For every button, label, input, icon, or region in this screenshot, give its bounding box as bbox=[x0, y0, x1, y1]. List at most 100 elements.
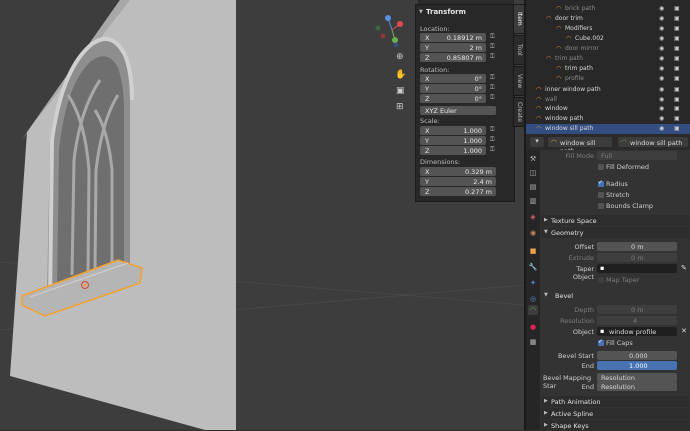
bounds-clamp-checkbox[interactable] bbox=[598, 203, 604, 209]
lock-icon[interactable]: ⚿ bbox=[490, 94, 499, 103]
outliner-row[interactable]: ◠ inner window path ◉ ▣ bbox=[526, 85, 690, 95]
active-spline-panel[interactable]: ▶ Active Spline bbox=[541, 408, 689, 419]
scale-z-field[interactable]: Z 1.000 bbox=[420, 146, 486, 155]
outliner-row[interactable]: ◠ door mirror ◉ ▣ bbox=[526, 44, 690, 54]
hand-icon[interactable]: ✋ bbox=[395, 70, 406, 80]
resolution-field[interactable]: 4 bbox=[597, 316, 677, 325]
lock-icon[interactable]: ⚿ bbox=[490, 136, 499, 145]
eyedropper-icon[interactable]: ✎ bbox=[681, 264, 687, 272]
dimensions-x-field[interactable]: X 0.329 m bbox=[420, 167, 496, 176]
view-layer-tab-icon[interactable]: ▥ bbox=[528, 196, 538, 206]
render-camera-icon[interactable]: ▣ bbox=[674, 15, 680, 22]
dimensions-y-field[interactable]: Y 2.4 m bbox=[420, 177, 496, 186]
fill-deformed-checkbox[interactable] bbox=[598, 164, 604, 170]
taper-object-field[interactable]: ▪ bbox=[597, 264, 677, 273]
location-x-field[interactable]: X 0.18912 m bbox=[420, 33, 486, 42]
bevel-mapping-start-select[interactable]: Resolution bbox=[597, 373, 677, 382]
transform-collapse-icon[interactable]: ▼ bbox=[419, 9, 423, 15]
render-camera-icon[interactable]: ▣ bbox=[674, 55, 680, 62]
visibility-eye-icon[interactable]: ◉ bbox=[659, 86, 664, 93]
render-camera-icon[interactable]: ▣ bbox=[674, 86, 680, 93]
data-name-field[interactable]: ◠ window sill path bbox=[618, 137, 688, 147]
render-camera-icon[interactable]: ▣ bbox=[674, 75, 680, 82]
outliner-row[interactable]: ◠ door trim ◉ ▣ bbox=[526, 14, 690, 24]
physics-tab-icon[interactable]: ◎ bbox=[528, 294, 538, 304]
fill-caps-checkbox[interactable] bbox=[598, 338, 604, 346]
texture-tab-icon[interactable]: ▦ bbox=[528, 337, 538, 347]
visibility-eye-icon[interactable]: ◉ bbox=[659, 25, 664, 32]
render-camera-icon[interactable]: ▣ bbox=[674, 65, 680, 72]
tool-tab-icon[interactable]: ⚒ bbox=[528, 154, 538, 164]
lock-icon[interactable]: ⚿ bbox=[490, 43, 499, 52]
outliner-row[interactable]: ◠ window sill path ◉ ▣ bbox=[526, 124, 690, 134]
output-tab-icon[interactable]: ▤ bbox=[528, 182, 538, 192]
visibility-eye-icon[interactable]: ◉ bbox=[659, 75, 664, 82]
zoom-icon[interactable]: ⊕ bbox=[396, 52, 404, 62]
grid-view-icon[interactable]: ⊞ bbox=[396, 102, 404, 112]
render-camera-icon[interactable]: ▣ bbox=[674, 5, 680, 12]
rotation-z-field[interactable]: Z 0° bbox=[420, 94, 486, 103]
lock-icon[interactable]: ⚿ bbox=[490, 53, 499, 62]
visibility-eye-icon[interactable]: ◉ bbox=[659, 45, 664, 52]
lock-icon[interactable]: ⚿ bbox=[490, 33, 499, 42]
scene-tab-icon[interactable]: ◈ bbox=[528, 212, 538, 222]
texture-space-panel[interactable]: ▶ Texture Space bbox=[541, 215, 689, 226]
visibility-eye-icon[interactable]: ◉ bbox=[659, 125, 664, 132]
render-camera-icon[interactable]: ▣ bbox=[674, 96, 680, 103]
location-y-field[interactable]: Y2 m bbox=[420, 43, 486, 52]
outliner-row[interactable]: ◠ window ◉ ▣ bbox=[526, 104, 690, 114]
rotation-y-field[interactable]: Y 0° bbox=[420, 84, 486, 93]
render-tab-icon[interactable]: ◫ bbox=[528, 168, 538, 178]
world-tab-icon[interactable]: ◉ bbox=[528, 228, 538, 238]
bevel-end-field[interactable]: 1.000 bbox=[597, 361, 677, 370]
visibility-eye-icon[interactable]: ◉ bbox=[659, 96, 664, 103]
scale-y-field[interactable]: Y 1.000 bbox=[420, 136, 486, 145]
map-taper-checkbox[interactable] bbox=[598, 277, 604, 283]
lock-icon[interactable]: ⚿ bbox=[490, 146, 499, 155]
visibility-eye-icon[interactable]: ◉ bbox=[659, 5, 664, 12]
outliner-row[interactable]: ◠ window path ◉ ▣ bbox=[526, 114, 690, 124]
editor-type-icon[interactable]: ▾ bbox=[530, 137, 544, 147]
depth-field[interactable]: 0 m bbox=[597, 305, 677, 314]
render-camera-icon[interactable]: ▣ bbox=[674, 125, 680, 132]
visibility-eye-icon[interactable]: ◉ bbox=[659, 55, 664, 62]
fill-mode-select[interactable]: Full bbox=[597, 151, 677, 160]
clear-icon[interactable]: ✕ bbox=[681, 327, 687, 335]
bevel-start-field[interactable]: 0.000 bbox=[597, 351, 677, 360]
visibility-eye-icon[interactable]: ◉ bbox=[659, 15, 664, 22]
dimensions-z-field[interactable]: Z 0.277 m bbox=[420, 187, 496, 196]
lock-icon[interactable]: ⚿ bbox=[490, 74, 499, 83]
stretch-checkbox[interactable] bbox=[598, 192, 604, 198]
rotation-mode-select[interactable]: XYZ Euler bbox=[420, 106, 496, 115]
lock-icon[interactable]: ⚿ bbox=[490, 84, 499, 93]
scale-x-field[interactable]: X 1.000 bbox=[420, 126, 486, 135]
location-z-field[interactable]: Z 0.85807 m bbox=[420, 53, 486, 62]
object-tab-icon[interactable]: ■ bbox=[528, 246, 538, 256]
rotation-x-field[interactable]: X 0° bbox=[420, 74, 486, 83]
outliner-row[interactable]: ◠ brick path ◉ ▣ bbox=[526, 4, 690, 14]
visibility-eye-icon[interactable]: ◉ bbox=[659, 105, 664, 112]
shape-keys-panel[interactable]: ▶ Shape Keys bbox=[541, 420, 689, 431]
particles-tab-icon[interactable]: ✦ bbox=[528, 278, 538, 288]
render-camera-icon[interactable]: ▣ bbox=[674, 105, 680, 112]
bevel-panel[interactable]: ▼ Bevel bbox=[541, 290, 689, 301]
bevel-mapping-end-select[interactable]: Resolution bbox=[597, 382, 677, 391]
offset-field[interactable]: 0 m bbox=[597, 242, 677, 251]
visibility-eye-icon[interactable]: ◉ bbox=[659, 115, 664, 122]
render-camera-icon[interactable]: ▣ bbox=[674, 115, 680, 122]
object-name-field[interactable]: ◠ window sill path bbox=[548, 137, 612, 155]
outliner-row[interactable]: ◠ trim path ◉ ▣ bbox=[526, 64, 690, 74]
curve-data-tab-icon[interactable]: ◠ bbox=[528, 305, 538, 315]
material-tab-icon[interactable]: ● bbox=[528, 322, 538, 332]
outliner-row[interactable]: ◠ Modifiers ◉ ▣ bbox=[526, 24, 690, 34]
outliner-row[interactable]: ◠ Cube.002 ◉ ▣ bbox=[526, 34, 690, 44]
lock-icon[interactable]: ⚿ bbox=[490, 126, 499, 135]
geometry-panel[interactable]: ▼ Geometry bbox=[541, 227, 689, 238]
radius-checkbox[interactable] bbox=[598, 179, 604, 187]
outliner-row[interactable]: ◠ profile ◉ ▣ bbox=[526, 74, 690, 84]
modifier-tab-icon[interactable]: 🔧 bbox=[528, 262, 538, 272]
render-camera-icon[interactable]: ▣ bbox=[674, 45, 680, 52]
path-animation-panel[interactable]: ▶ Path Animation bbox=[541, 396, 689, 407]
outliner-row[interactable]: ◠ trim path ◉ ▣ bbox=[526, 54, 690, 64]
render-camera-icon[interactable]: ▣ bbox=[674, 35, 680, 42]
